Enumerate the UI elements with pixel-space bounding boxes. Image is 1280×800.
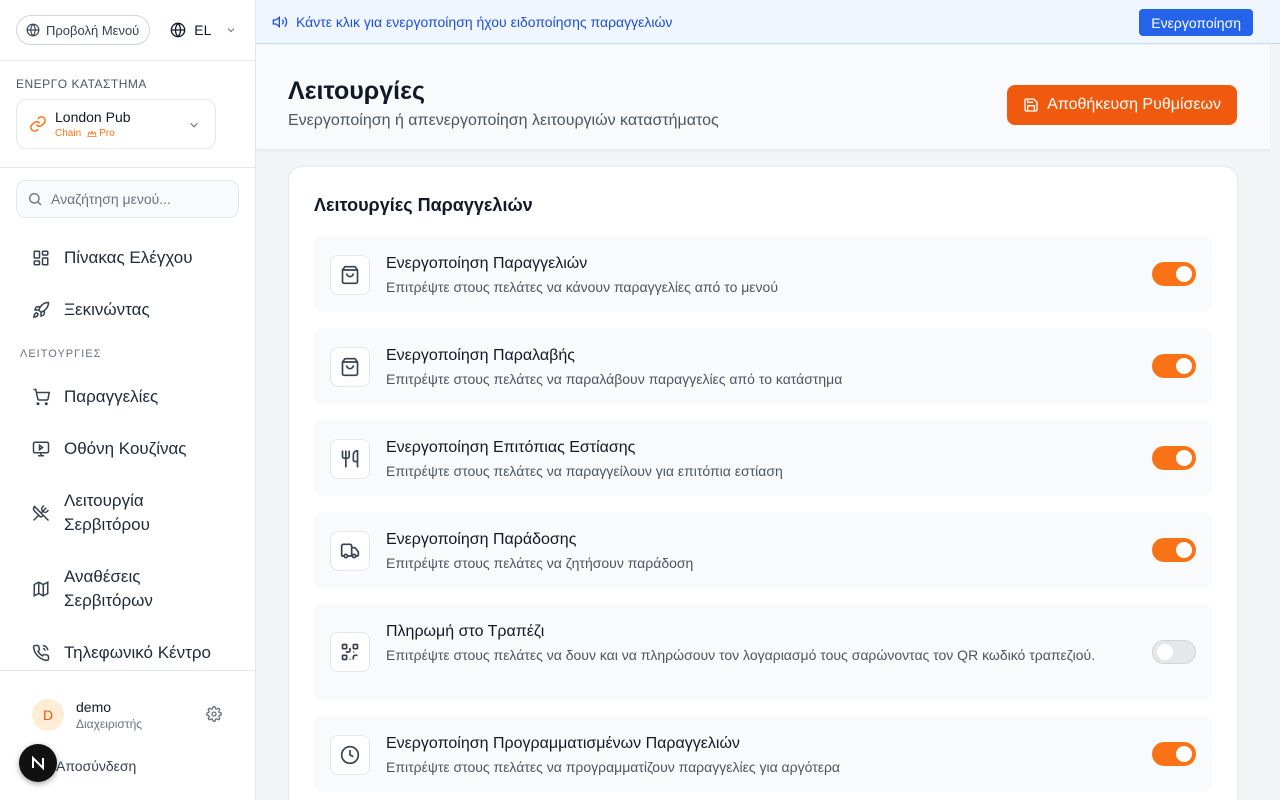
store-selector[interactable]: London Pub Chain Pro [16,99,216,149]
banner-text: Κάντε κλικ για ενεργοποίηση ήχου ειδοποί… [296,13,673,30]
feature-title: Ενεργοποίηση Προγραμματισμένων Παραγγελι… [386,735,740,752]
user-role: Διαχειριστής [76,717,143,731]
save-settings-label: Αποθήκευση Ρυθμίσεων [1047,96,1221,113]
chevron-down-icon [187,118,201,132]
feature-toggle[interactable] [1152,354,1196,378]
sidebar-item-label: Παραγγελίες [64,387,159,406]
phone-icon [32,644,50,662]
feature-description: Επιτρέψτε στους πελάτες να κάνουν παραγγ… [386,279,778,295]
save-icon [1023,97,1039,113]
order-features-card: Λειτουργίες Παραγγελιών Ενεργοποίηση Παρ… [288,166,1238,800]
feature-description: Επιτρέψτε στους πελάτες να ζητήσουν παρά… [386,555,694,571]
feature-description: Επιτρέψτε στους πελάτες να παραγγείλουν … [386,463,783,479]
globe-icon [26,23,40,37]
menu-view-label: Προβολή Μενού [46,22,140,38]
dashboard-icon [32,249,50,267]
search-input[interactable] [51,191,231,207]
menu-view-button[interactable]: Προβολή Μενού [16,15,151,45]
sidebar-top-bar: Προβολή Μενού EL [0,0,255,61]
sidebar-item-waiter-mode[interactable]: Λειτουργία Σερβιτόρου [0,475,255,551]
active-store-caption: ΕΝΕΡΓΟ ΚΑΤΑΣΤΗΜΑ [16,77,147,91]
feature-title: Πληρωμή στο Τραπέζι [386,623,545,640]
avatar: D [32,699,64,731]
feature-row-pay-at-table: Πληρωμή στο Τραπέζι Επιτρέψτε στους πελά… [314,604,1212,700]
enable-sound-button[interactable]: Ενεργοποίηση [1139,9,1253,36]
feature-description: Επιτρέψτε στους πελάτες να δουν και να π… [386,647,1096,663]
feature-row-orders: Ενεργοποίηση Παραγγελιών Επιτρέψτε στους… [314,236,1212,312]
feature-row-pickup: Ενεργοποίηση Παραλαβής Επιτρέψτε στους π… [314,328,1212,404]
cart-icon [32,388,50,406]
chevron-down-icon [225,24,237,36]
sidebar-item-waiter-assignments[interactable]: Αναθέσεις Σερβιτόρων [0,551,255,627]
utensils-cross-icon [32,504,50,522]
language-selector[interactable]: EL [170,22,237,38]
nav-section-label: ΛΕΙΤΟΥΡΓΙΕΣ [20,347,102,360]
feature-title: Ενεργοποίηση Παραλαβής [386,347,575,364]
user-name: demo [76,699,112,715]
link-icon [29,115,47,133]
shopping-bag-icon [330,255,370,295]
feature-row-scheduled-orders: Ενεργοποίηση Προγραμματισμένων Παραγγελι… [314,716,1212,792]
store-type: Chain [55,128,82,139]
sidebar-item-kitchen-display[interactable]: Οθόνη Κουζίνας [0,423,255,475]
language-code: EL [194,22,212,38]
clock-icon [330,735,370,775]
sidebar-item-orders[interactable]: Παραγγελίες [0,371,255,423]
feature-description: Επιτρέψτε στους πελάτες να παραλάβουν πα… [386,371,843,387]
page-subtitle: Ενεργοποίηση ή απενεργοποίηση λειτουργιώ… [288,112,719,129]
sidebar-item-label: Αναθέσεις Σερβιτόρων [64,567,153,610]
page-title: Λειτουργίες [288,77,425,105]
map-icon [32,580,50,598]
feature-title: Ενεργοποίηση Επιτόπιας Εστίασης [386,439,636,456]
feature-title: Ενεργοποίηση Παραγγελιών [386,255,588,272]
card-title: Λειτουργίες Παραγγελιών [314,195,533,215]
truck-icon [330,531,370,571]
feature-toggle[interactable] [1152,262,1196,286]
save-settings-button[interactable]: Αποθήκευση Ρυθμίσεων [1007,85,1237,125]
n-logo-icon [30,755,46,771]
sidebar-item-getting-started[interactable]: Ξεκινώντας [0,284,255,336]
rocket-icon [32,301,50,319]
sidebar-item-label: Οθόνη Κουζίνας [64,439,187,458]
store-plan: Pro [99,128,115,139]
gear-icon[interactable] [206,706,222,722]
feature-description: Επιτρέψτε στους πελάτες να προγραμματίζο… [386,759,841,775]
feature-row-dine-in: Ενεργοποίηση Επιτόπιας Εστίασης Επιτρέψτ… [314,420,1212,496]
qr-code-icon [330,632,370,672]
globe-icon [170,22,186,38]
active-store-section: ΕΝΕΡΓΟ ΚΑΤΑΣΤΗΜΑ London Pub Chain Pro [0,61,255,168]
n-badge-button[interactable] [19,744,57,782]
search-icon [27,191,43,207]
crown-icon [87,129,97,139]
sidebar-item-label: Πίνακας Ελέγχου [64,248,193,267]
feature-toggle[interactable] [1152,538,1196,562]
speaker-icon [272,14,288,30]
page-header: Λειτουργίες Ενεργοποίηση ή απενεργοποίησ… [256,45,1270,150]
sidebar-nav: Πίνακας Ελέγχου Ξεκινώντας ΛΕΙΤΟΥΡΓΙΕΣ Π… [0,232,255,679]
shopping-bag-icon [330,347,370,387]
monitor-icon [32,440,50,458]
sidebar-item-dashboard[interactable]: Πίνακας Ελέγχου [0,232,255,284]
sidebar-item-label: Ξεκινώντας [64,300,150,319]
utensils-icon [330,439,370,479]
user-info: D demo Διαχειριστής [32,699,142,731]
menu-search [16,180,239,218]
feature-toggle[interactable] [1152,742,1196,766]
feature-toggle[interactable] [1152,640,1196,664]
feature-toggle[interactable] [1152,446,1196,470]
store-name: London Pub [55,109,131,125]
sidebar-item-label: Τηλεφωνικό Κέντρο [64,643,211,662]
feature-title: Ενεργοποίηση Παράδοσης [386,531,577,548]
logout-link[interactable]: Αποσύνδεση [56,758,136,774]
sidebar: Προβολή Μενού EL ΕΝΕΡΓΟ ΚΑΤΑΣΤΗΜΑ London… [0,0,256,800]
sound-notification-banner: Κάντε κλικ για ενεργοποίηση ήχου ειδοποί… [256,0,1280,44]
sidebar-item-label: Λειτουργία Σερβιτόρου [64,491,150,534]
feature-row-delivery: Ενεργοποίηση Παράδοσης Επιτρέψτε στους π… [314,512,1212,588]
